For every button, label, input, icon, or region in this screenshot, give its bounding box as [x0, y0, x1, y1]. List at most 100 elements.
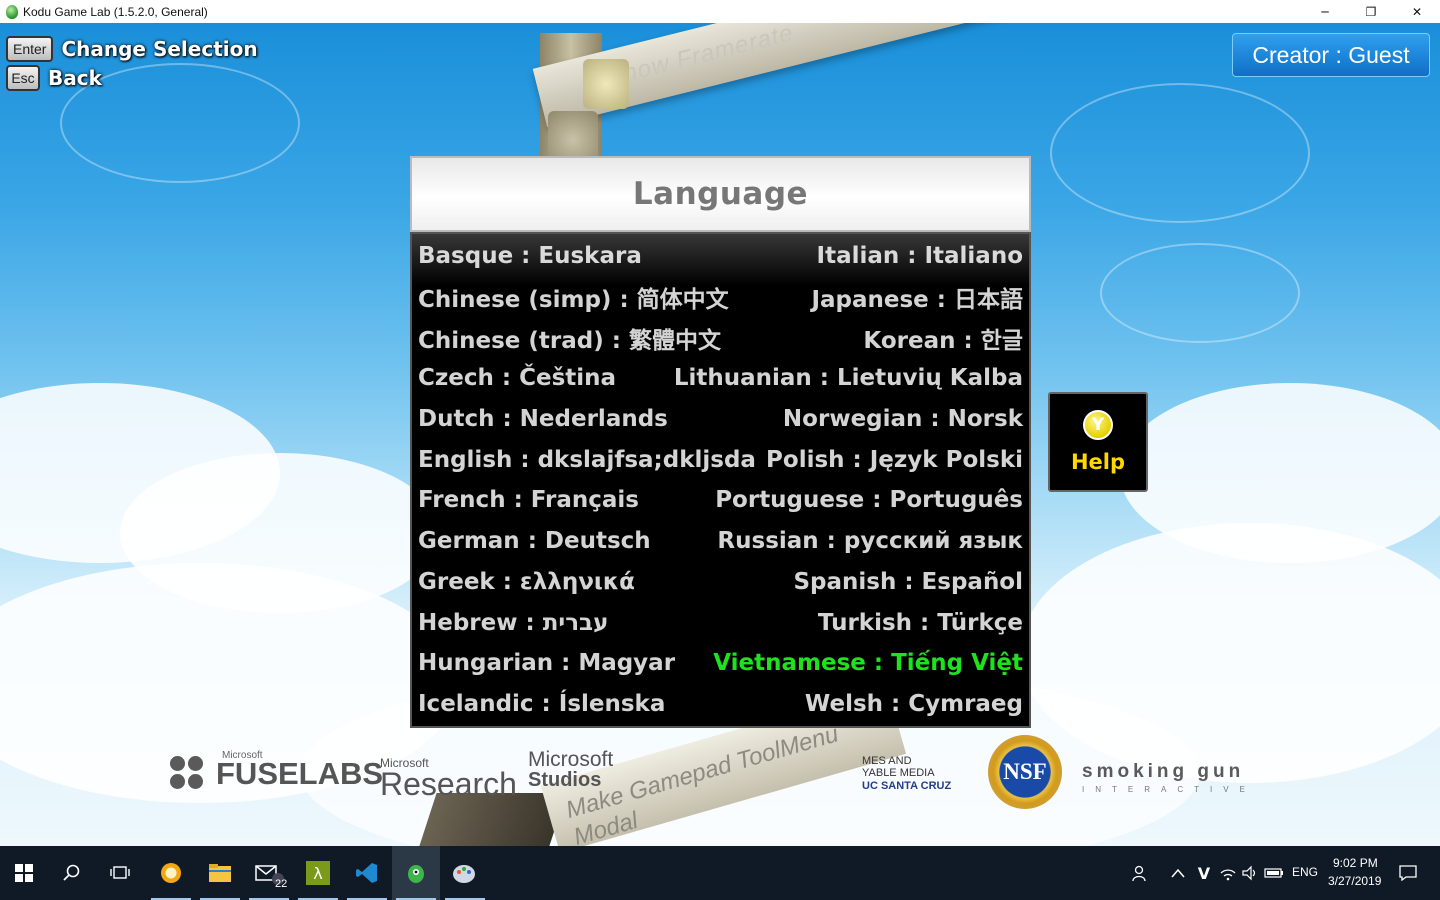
power-icon — [583, 59, 629, 109]
background-swirl — [1050, 83, 1310, 223]
language-row: French : Français Portuguese : Português — [418, 480, 1023, 521]
fuselabs-logo: Microsoft FUSELABS — [170, 750, 384, 792]
folder-icon — [209, 864, 231, 882]
search-button[interactable] — [48, 846, 96, 900]
key-hint-label: Back — [48, 66, 102, 90]
svg-text:λ: λ — [313, 864, 322, 883]
signpost-text-top: Show Framerate — [604, 23, 797, 92]
taskbar-app-vscode[interactable] — [343, 846, 391, 900]
key-hint-label: Change Selection — [61, 37, 258, 61]
language-option-korean[interactable]: Korean : 한글 — [863, 321, 1023, 355]
games-media-line-1: MES AND — [862, 755, 912, 767]
window-title-bar: Kodu Game Lab (1.5.2.0, General) ─ ❐ ✕ — [0, 0, 1440, 23]
language-option-icelandic[interactable]: Icelandic : Íslenska — [418, 691, 665, 717]
language-row: Icelandic : Íslenska Welsh : Cymraeg — [418, 684, 1023, 725]
taskbar-app-kodu[interactable] — [392, 846, 440, 900]
language-row: German : Deutsch Russian : русский язык — [418, 521, 1023, 562]
help-button[interactable]: Y Help — [1048, 392, 1148, 492]
help-label: Help — [1070, 450, 1126, 474]
taskbar-app-browser[interactable] — [147, 846, 195, 900]
windows-icon — [15, 864, 33, 882]
task-view-button[interactable] — [96, 846, 144, 900]
studios-small-text: Microsoft — [528, 748, 614, 771]
smoking-gun-logo: smoking gun INTERACTIVE — [1082, 761, 1256, 794]
language-option-norwegian[interactable]: Norwegian : Norsk — [783, 406, 1023, 432]
clock-date[interactable]: 3/27/2019 — [1328, 874, 1381, 888]
language-option-russian[interactable]: Russian : русский язык — [717, 528, 1023, 554]
close-button[interactable]: ✕ — [1394, 0, 1440, 23]
language-option-chinese-trad[interactable]: Chinese (trad) : 繁體中文 — [418, 321, 721, 355]
clock-time[interactable]: 9:02 PM — [1333, 856, 1378, 870]
kodu-app-icon — [6, 4, 18, 19]
people-icon — [1132, 865, 1146, 882]
nsf-logo: NSF — [988, 735, 1062, 809]
language-option-japanese[interactable]: Japanese : 日本語 — [811, 280, 1023, 314]
restore-button[interactable]: ❐ — [1348, 0, 1394, 23]
chevron-up-icon — [1171, 868, 1185, 878]
games-media-line-2: YABLE MEDIA — [862, 766, 935, 779]
language-option-turkish[interactable]: Turkish : Türkçe — [818, 610, 1023, 636]
taskbar: 22 λ V ENG 9:02 PM 3/27/2019 — [0, 846, 1440, 900]
input-language-indicator[interactable]: ENG — [1292, 865, 1318, 879]
language-option-italian[interactable]: Italian : Italiano — [817, 243, 1023, 269]
background-swirl — [1100, 243, 1300, 343]
language-row: Greek : ελληνικά Spanish : Español — [418, 562, 1023, 603]
language-option-welsh[interactable]: Welsh : Cymraeg — [805, 691, 1023, 717]
language-row: Dutch : Nederlands Norwegian : Norsk — [418, 399, 1023, 440]
taskbar-app-mail[interactable]: 22 — [245, 846, 293, 900]
volume-icon — [1242, 865, 1256, 881]
language-option-hebrew[interactable]: Hebrew : עברית — [418, 610, 608, 636]
language-row: Chinese (simp) : 简体中文 Japanese : 日本語 — [418, 277, 1023, 318]
battery-button[interactable] — [1260, 846, 1288, 900]
action-center-button[interactable] — [1386, 846, 1430, 900]
kodu-icon — [408, 865, 424, 883]
wifi-icon — [1220, 869, 1236, 881]
esc-key-icon: Esc — [6, 65, 40, 91]
creator-badge: Creator : Guest — [1232, 33, 1430, 77]
language-option-vietnamese-selected[interactable]: Vietnamese : Tiếng Việt — [713, 650, 1023, 676]
language-option-polish[interactable]: Polish : Język Polski — [766, 447, 1023, 473]
smoking-gun-subtext: INTERACTIVE — [1082, 785, 1256, 794]
language-option-chinese-simp[interactable]: Chinese (simp) : 简体中文 — [418, 280, 729, 314]
studios-text: Studios — [528, 769, 602, 791]
taskbar-app-file-explorer[interactable] — [196, 846, 244, 900]
window-title: Kodu Game Lab (1.5.2.0, General) — [23, 4, 208, 19]
language-list: Basque : Euskara Italian : Italiano Chin… — [410, 232, 1031, 728]
language-option-lithuanian[interactable]: Lithuanian : Lietuvių Kalba — [674, 365, 1023, 391]
language-option-german[interactable]: German : Deutsch — [418, 528, 651, 554]
minimize-button[interactable]: ─ — [1302, 0, 1348, 23]
notification-icon — [1399, 865, 1417, 881]
people-button[interactable] — [1120, 846, 1160, 900]
paint-icon — [453, 865, 475, 883]
key-hint-enter[interactable]: Enter Change Selection — [6, 36, 258, 62]
language-option-portuguese[interactable]: Portuguese : Português — [715, 487, 1023, 513]
taskbar-app-lambda[interactable]: λ — [294, 846, 342, 900]
language-option-french[interactable]: French : Français — [418, 487, 639, 513]
smoking-gun-text: smoking gun — [1082, 761, 1245, 782]
games-media-logo: MES AND YABLE MEDIA UC SANTA CRUZ — [862, 755, 952, 793]
language-option-hungarian[interactable]: Hungarian : Magyar — [418, 650, 675, 676]
fuselabs-small-text: Microsoft — [222, 750, 263, 761]
browser-icon — [161, 863, 181, 883]
microsoft-research-logo: Microsoft Research — [380, 756, 517, 803]
language-option-english[interactable]: English : dkslajfsa;dkljsda — [418, 447, 756, 473]
language-row: English : dkslajfsa;dkljsda Polish : Jęz… — [418, 439, 1023, 480]
window-controls: ─ ❐ ✕ — [1302, 0, 1440, 23]
language-option-dutch[interactable]: Dutch : Nederlands — [418, 406, 668, 432]
language-option-basque[interactable]: Basque : Euskara — [418, 243, 642, 269]
taskbar-app-paint[interactable] — [441, 846, 489, 900]
search-icon — [63, 864, 80, 881]
language-panel-title: Language — [632, 176, 809, 212]
language-row: Basque : Euskara Italian : Italiano — [418, 236, 1023, 277]
language-row: Hungarian : Magyar Vietnamese : Tiếng Vi… — [418, 643, 1023, 684]
language-option-spanish[interactable]: Spanish : Español — [793, 569, 1023, 595]
language-panel-header: Language — [410, 156, 1031, 232]
key-hint-esc[interactable]: Esc Back — [6, 65, 102, 91]
language-option-greek[interactable]: Greek : ελληνικά — [418, 569, 635, 595]
fuselabs-text: FUSELABS — [216, 756, 384, 791]
research-text: Research — [380, 766, 517, 802]
ucsc-text: UC SANTA CRUZ — [862, 780, 952, 793]
start-button[interactable] — [0, 846, 48, 900]
language-option-czech[interactable]: Czech : Čeština — [418, 365, 616, 391]
microsoft-studios-logo: Microsoft Studios — [528, 749, 613, 790]
